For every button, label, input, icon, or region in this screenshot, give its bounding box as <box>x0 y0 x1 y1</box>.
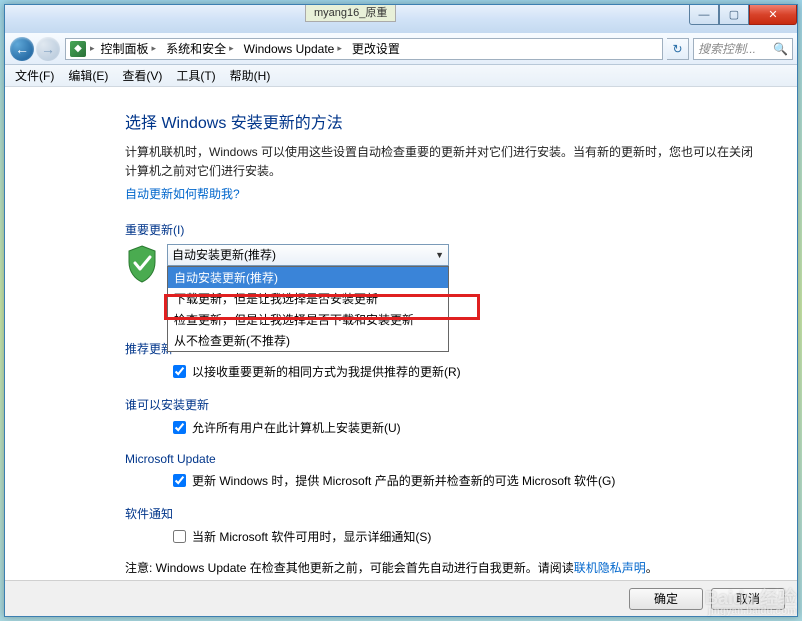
notify-check-row: 当新 Microsoft 软件可用时，显示详细通知(S) <box>173 528 757 545</box>
important-update-options: 自动安装更新(推荐) 下载更新，但是让我选择是否安装更新 检查更新，但是让我选择… <box>167 266 449 352</box>
section-notify: 软件通知 <box>125 505 757 522</box>
menu-help[interactable]: 帮助(H) <box>224 65 277 86</box>
menubar: 文件(F) 编辑(E) 查看(V) 工具(T) 帮助(H) <box>5 65 797 87</box>
who-check-row: 允许所有用户在此计算机上安装更新(U) <box>173 419 757 436</box>
refresh-button[interactable]: ↻ <box>667 38 689 60</box>
note-prefix: 注意: Windows Update 在检查其他更新之前，可能会首先自动进行自我… <box>125 561 574 575</box>
section-important-updates: 重要更新(I) <box>125 221 757 238</box>
maximize-button[interactable]: ▢ <box>719 5 749 25</box>
privacy-link[interactable]: 联机隐私声明 <box>574 561 646 575</box>
combo-option[interactable]: 从不检查更新(不推荐) <box>168 330 448 351</box>
menu-file[interactable]: 文件(F) <box>9 65 60 86</box>
combo-selected: 自动安装更新(推荐) <box>172 246 276 263</box>
window: myang16_原重 — ▢ ✕ ← → ◆ ▸ 控制面板▸ 系统和安全▸ Wi… <box>4 4 798 617</box>
content: 选择 Windows 安装更新的方法 计算机联机时，Windows 可以使用这些… <box>5 87 797 580</box>
recommended-checkbox[interactable] <box>173 365 186 378</box>
forward-button[interactable]: → <box>36 37 60 61</box>
menu-view[interactable]: 查看(V) <box>116 65 168 86</box>
footer: 确定 取消 <box>5 580 797 616</box>
help-link[interactable]: 自动更新如何帮助我? <box>125 187 240 201</box>
msupdate-check-label: 更新 Windows 时，提供 Microsoft 产品的更新并检查新的可选 M… <box>192 472 615 489</box>
control-panel-icon: ◆ <box>70 41 86 57</box>
breadcrumb-item[interactable]: 控制面板▸ <box>97 40 161 57</box>
chevron-right-icon: ▸ <box>90 43 95 54</box>
msupdate-check-row: 更新 Windows 时，提供 Microsoft 产品的更新并检查新的可选 M… <box>173 472 757 489</box>
important-dropdown-row: 自动安装更新(推荐) ▼ 自动安装更新(推荐) 下载更新，但是让我选择是否安装更… <box>125 244 757 284</box>
minimize-button[interactable]: — <box>689 5 719 25</box>
menu-tools[interactable]: 工具(T) <box>170 65 221 86</box>
breadcrumb[interactable]: ◆ ▸ 控制面板▸ 系统和安全▸ Windows Update▸ 更改设置 <box>65 38 663 60</box>
note-suffix: 。 <box>646 561 658 575</box>
who-checkbox[interactable] <box>173 421 186 434</box>
section-msupdate: Microsoft Update <box>125 452 757 466</box>
navbar: ← → ◆ ▸ 控制面板▸ 系统和安全▸ Windows Update▸ 更改设… <box>5 33 797 65</box>
menu-edit[interactable]: 编辑(E) <box>62 65 114 86</box>
titlebar: myang16_原重 — ▢ ✕ <box>5 5 797 33</box>
important-update-combo[interactable]: 自动安装更新(推荐) ▼ <box>167 244 449 266</box>
shield-icon <box>125 244 159 284</box>
page-title: 选择 Windows 安装更新的方法 <box>125 109 757 133</box>
breadcrumb-item[interactable]: 更改设置 <box>348 40 404 57</box>
who-check-label: 允许所有用户在此计算机上安装更新(U) <box>192 419 401 436</box>
combo-option[interactable]: 自动安装更新(推荐) <box>168 267 448 288</box>
nav-buttons: ← → <box>9 37 61 61</box>
combo-option[interactable]: 下载更新，但是让我选择是否安装更新 <box>168 288 448 309</box>
search-input[interactable]: 搜索控制... 🔍 <box>693 38 793 60</box>
cancel-button[interactable]: 取消 <box>711 588 785 610</box>
recommended-check-row: 以接收重要更新的相同方式为我提供推荐的更新(R) <box>173 363 757 380</box>
combo-option[interactable]: 检查更新，但是让我选择是否下载和安装更新 <box>168 309 448 330</box>
search-icon: 🔍 <box>773 42 788 56</box>
recommended-check-label: 以接收重要更新的相同方式为我提供推荐的更新(R) <box>192 363 461 380</box>
notify-check-label: 当新 Microsoft 软件可用时，显示详细通知(S) <box>192 528 431 545</box>
msupdate-checkbox[interactable] <box>173 474 186 487</box>
close-button[interactable]: ✕ <box>749 5 797 25</box>
chevron-down-icon: ▼ <box>435 250 444 260</box>
notify-checkbox[interactable] <box>173 530 186 543</box>
background-window-title: myang16_原重 <box>305 4 396 22</box>
privacy-note: 注意: Windows Update 在检查其他更新之前，可能会首先自动进行自我… <box>125 559 757 576</box>
window-controls: — ▢ ✕ <box>689 5 797 25</box>
ok-button[interactable]: 确定 <box>629 588 703 610</box>
breadcrumb-item[interactable]: Windows Update▸ <box>240 42 346 56</box>
description: 计算机联机时，Windows 可以使用这些设置自动检查重要的更新并对它们进行安装… <box>125 143 757 181</box>
section-who: 谁可以安装更新 <box>125 396 757 413</box>
search-placeholder: 搜索控制... <box>698 40 756 57</box>
breadcrumb-item[interactable]: 系统和安全▸ <box>162 40 238 57</box>
back-button[interactable]: ← <box>10 37 34 61</box>
